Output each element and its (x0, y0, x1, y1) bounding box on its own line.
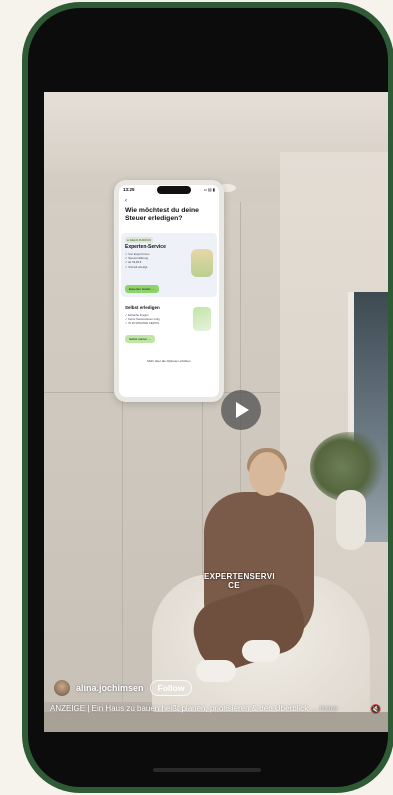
home-indicator[interactable] (153, 768, 261, 772)
follow-button[interactable]: Follow (149, 680, 193, 696)
person-head (249, 452, 285, 496)
dynamic-island (157, 186, 191, 194)
feature-line: ✓ IN 20 MINUTEN FERTIG (125, 321, 160, 326)
app-back-icon: ‹ (125, 198, 127, 204)
description-text: ANZEIGE | Ein Haus zu bauen heißt planen… (50, 704, 309, 713)
mute-icon[interactable]: 🔇 (370, 704, 381, 715)
feature-line: ✓ Schnell erledigt (125, 264, 148, 269)
expert-start-button: Experten starten → (125, 285, 159, 293)
slipper (196, 660, 236, 682)
self-illustration (193, 307, 211, 331)
plant-vase (336, 490, 366, 550)
expert-avatar (191, 249, 213, 277)
self-service-option: Selbst erledigen ✓ Einfache Fragen ✓ Kei… (121, 303, 217, 351)
phone-screen: 13:25 •• ▤ ▮ ‹ Wie möchtest du deine Ste… (28, 8, 388, 787)
username[interactable]: alina.jochimsen (76, 683, 144, 693)
app-status-time: 13:25 (123, 187, 135, 192)
slipper (242, 640, 280, 662)
app-title: Wie möchtest du deine Steuer erledigen? (125, 207, 199, 222)
self-start-button: Selbst starten → (125, 335, 156, 343)
app-status-icons: •• ▤ ▮ (203, 187, 215, 192)
post-description[interactable]: ANZEIGE | Ein Haus zu bauen heißt planen… (50, 704, 350, 713)
expert-service-option: ● GELD ZURÜCK Experten-Service ✓ Von Exp… (121, 233, 217, 297)
expert-badge: ● GELD ZURÜCK (125, 237, 154, 243)
avatar[interactable] (54, 680, 70, 696)
play-button[interactable] (221, 390, 261, 430)
self-features: ✓ Einfache Fragen ✓ Keine Steuerwissen n… (125, 313, 181, 326)
app-footer-link: Mehr über die Optionen erfahren (147, 359, 191, 363)
more-link[interactable]: ... more (310, 704, 337, 713)
expert-features: ✓ Von Expert:innen ✓ Steuererklärung ✓ a… (125, 252, 185, 269)
tax-app-screenshot: 13:25 •• ▤ ▮ ‹ Wie möchtest du deine Ste… (114, 180, 224, 402)
play-icon (236, 402, 249, 418)
self-title: Selbst erledigen (125, 305, 160, 310)
author-row: alina.jochimsen Follow (54, 678, 193, 698)
video-caption: EXPERTENSERVI CE (204, 572, 275, 590)
expert-title: Experten-Service (125, 244, 166, 250)
floor (44, 712, 388, 732)
phone-frame: 13:25 •• ▤ ▮ ‹ Wie möchtest du deine Ste… (22, 2, 393, 793)
video-player[interactable]: 13:25 •• ▤ ▮ ‹ Wie möchtest du deine Ste… (44, 92, 388, 732)
